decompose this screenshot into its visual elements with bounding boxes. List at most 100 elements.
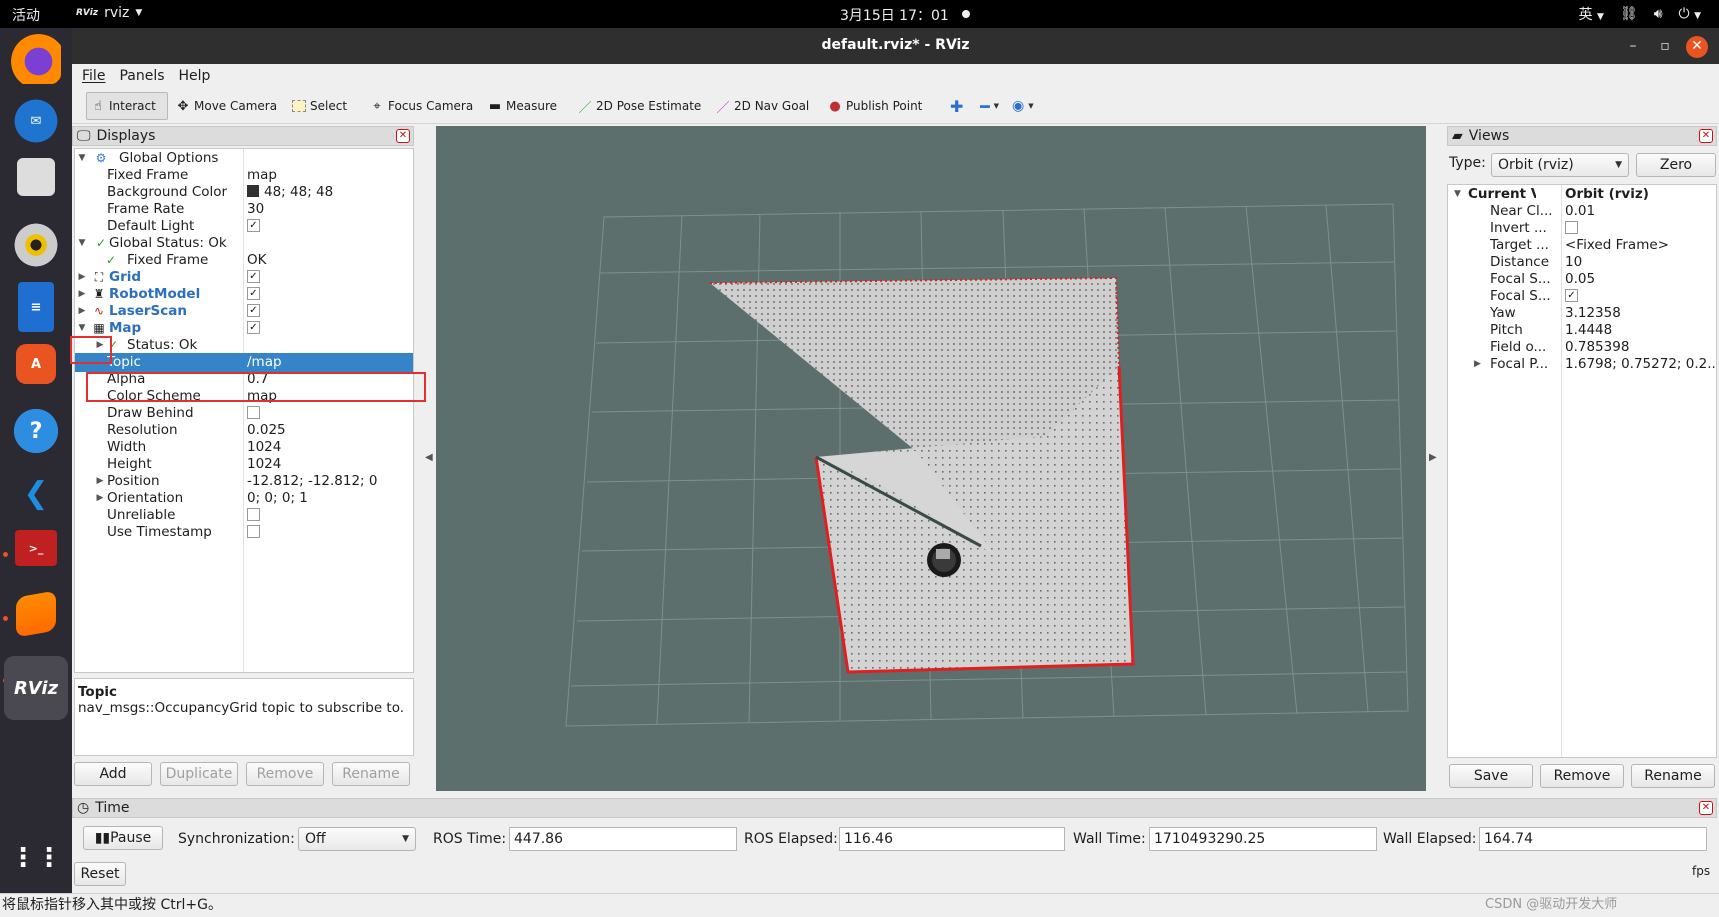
software-icon[interactable]: A xyxy=(16,344,56,384)
dock: ✉ ≡ A ? ❮ >_ RViz ⋮⋮ xyxy=(0,28,72,917)
ros-time-field[interactable]: 447.86 xyxy=(509,827,737,851)
grid-checkbox[interactable]: ✓ xyxy=(247,269,260,283)
rhythmbox-icon[interactable] xyxy=(11,220,61,270)
sync-select[interactable]: Off ▼ xyxy=(298,827,416,851)
default-light-checkbox[interactable]: ✓ xyxy=(247,218,260,232)
remove-tool-button[interactable]: ━ ▼ xyxy=(976,92,1003,120)
view-property-row[interactable]: Focal S... ✓ xyxy=(1448,288,1716,305)
network-icon[interactable]: ⛓ xyxy=(1620,6,1638,22)
collapse-right-arrow-icon[interactable]: ▶ xyxy=(1429,452,1437,463)
view-property-row[interactable]: Focal S... 0.05 xyxy=(1448,271,1716,288)
use-timestamp-checkbox[interactable] xyxy=(247,524,260,538)
ros-time-label: ROS Time: xyxy=(433,831,507,847)
chevron-down-icon[interactable]: ▼ xyxy=(1454,186,1461,203)
wall-time-field[interactable]: 1710493290.25 xyxy=(1149,827,1377,851)
measure-tool[interactable]: ▬ Measure xyxy=(484,92,561,120)
add-display-button[interactable]: Add xyxy=(74,762,152,786)
ruler-icon: ▬ xyxy=(488,98,502,114)
close-icon[interactable]: ✕ xyxy=(396,129,410,143)
view-property-row[interactable]: Near Cl... 0.01 xyxy=(1448,203,1716,220)
tree-row-use-timestamp[interactable]: Use Timestamp xyxy=(75,523,413,542)
rename-view-button[interactable]: Rename xyxy=(1631,764,1715,788)
view-property-row[interactable]: Invert ... xyxy=(1448,220,1716,237)
monitor-icon: 🖵 xyxy=(77,128,91,144)
ros-elapsed-label: ROS Elapsed: xyxy=(744,831,838,847)
minimize-button[interactable]: – xyxy=(1622,36,1644,58)
terminal-icon[interactable]: >_ xyxy=(15,530,57,566)
firefox-icon[interactable] xyxy=(11,34,61,84)
duplicate-display-button[interactable]: Duplicate xyxy=(160,762,238,786)
laser-scan-checkbox[interactable]: ✓ xyxy=(247,303,260,317)
files-icon[interactable] xyxy=(17,158,55,196)
close-icon[interactable]: ✕ xyxy=(1699,801,1713,815)
view-property-row[interactable]: Distance 10 xyxy=(1448,254,1716,271)
chevron-down-icon: ▼ xyxy=(1615,160,1622,170)
view-property-row[interactable]: Yaw 3.12358 xyxy=(1448,305,1716,322)
menu-panels[interactable]: Panels xyxy=(119,68,164,84)
view-property-label: Current V... xyxy=(1468,186,1536,202)
save-view-button[interactable]: Save xyxy=(1449,764,1533,788)
app-menu[interactable]: RViz rviz ▼ xyxy=(76,5,142,21)
sublime-icon[interactable] xyxy=(16,590,56,638)
publish-point-tool[interactable]: ● Publish Point xyxy=(824,92,926,120)
view-property-value: 10 xyxy=(1565,254,1583,270)
focus-camera-tool[interactable]: ⌖ Focus Camera xyxy=(366,92,477,120)
menu-file[interactable]: File xyxy=(82,68,105,84)
view-property-value: 0.01 xyxy=(1565,203,1596,219)
nav-goal-tool[interactable]: ／ 2D Nav Goal xyxy=(712,92,813,120)
remove-display-button[interactable]: Remove xyxy=(246,762,324,786)
map-checkbox[interactable]: ✓ xyxy=(247,320,260,334)
rename-display-button[interactable]: Rename xyxy=(332,762,410,786)
vscode-icon[interactable]: ❮ xyxy=(11,468,61,518)
rviz-icon[interactable]: RViz xyxy=(4,656,68,720)
clock[interactable]: 3月15日 17：01 xyxy=(840,5,949,25)
zero-view-button[interactable]: Zero xyxy=(1636,153,1716,177)
view-property-label: Near Cl... xyxy=(1490,203,1553,219)
wall-elapsed-field[interactable]: 164.74 xyxy=(1479,827,1707,851)
reset-button[interactable]: Reset xyxy=(74,862,126,886)
close-window-button[interactable]: ✕ xyxy=(1686,36,1708,58)
pause-icon: ▮▮ xyxy=(94,830,111,846)
eye-icon[interactable]: ◉ ▼ xyxy=(1008,92,1038,120)
draw-behind-checkbox[interactable] xyxy=(247,405,260,419)
ros-elapsed-field[interactable]: 116.46 xyxy=(839,827,1065,851)
render-view[interactable] xyxy=(436,126,1426,791)
tools-toolbar: ☝ Interact ✥ Move Camera Select ⌖ Focus Cam… xyxy=(72,88,1719,124)
view-property-row[interactable]: ▼ Current V... Orbit (rviz) xyxy=(1448,186,1716,203)
writer-icon[interactable]: ≡ xyxy=(18,282,54,332)
power-icon[interactable]: ⏻ ▼ xyxy=(1679,6,1701,22)
thunderbird-icon[interactable]: ✉ xyxy=(11,96,61,146)
view-property-row[interactable]: ▶ Focal P... 1.6798; 0.75272; 0.2... xyxy=(1448,356,1716,373)
interact-tool[interactable]: ☝ Interact xyxy=(86,92,168,120)
view-property-row[interactable]: Field o... 0.785398 xyxy=(1448,339,1716,356)
robot-model-checkbox[interactable]: ✓ xyxy=(247,286,260,300)
status-bar: 将鼠标指针移入其中或按 Ctrl+G。 CSDN @驱动开发大师 xyxy=(0,893,1719,917)
activities-button[interactable]: 活动 xyxy=(12,5,40,25)
move-camera-tool[interactable]: ✥ Move Camera xyxy=(172,92,281,120)
description-text: nav_msgs::OccupancyGrid topic to subscri… xyxy=(78,700,405,716)
view-property-checkbox[interactable] xyxy=(1565,220,1578,234)
close-icon[interactable]: ✕ xyxy=(1699,129,1713,143)
show-apps-icon[interactable]: ⋮⋮ xyxy=(10,833,62,883)
view-property-checkbox[interactable]: ✓ xyxy=(1565,288,1578,302)
input-method[interactable]: 英 ▼ xyxy=(1579,4,1604,24)
view-type-select[interactable]: Orbit (rviz) ▼ xyxy=(1491,153,1629,177)
remove-view-button[interactable]: Remove xyxy=(1540,764,1624,788)
collapse-left-arrow-icon[interactable]: ◀ xyxy=(425,452,433,463)
menu-help[interactable]: Help xyxy=(179,68,211,84)
maximize-button[interactable]: ▫ xyxy=(1654,36,1676,58)
view-property-value: 3.12358 xyxy=(1565,305,1621,321)
views-panel-header: ▰ Views ✕ xyxy=(1447,126,1717,146)
view-property-label: Focal S... xyxy=(1490,271,1551,287)
app-name: rviz xyxy=(104,5,130,21)
view-property-row[interactable]: Target ... <Fixed Frame> xyxy=(1448,237,1716,254)
unreliable-checkbox[interactable] xyxy=(247,507,260,521)
pose-estimate-tool[interactable]: ／ 2D Pose Estimate xyxy=(574,92,705,120)
volume-icon[interactable]: 🔊︎ xyxy=(1654,6,1663,22)
pause-button[interactable]: ▮▮Pause xyxy=(83,826,163,850)
add-tool-button[interactable]: ✚ xyxy=(946,92,967,120)
chevron-right-icon[interactable]: ▶ xyxy=(1474,356,1481,373)
select-tool[interactable]: Select xyxy=(288,92,351,120)
help-icon[interactable]: ? xyxy=(11,406,61,456)
view-property-row[interactable]: Pitch 1.4448 xyxy=(1448,322,1716,339)
